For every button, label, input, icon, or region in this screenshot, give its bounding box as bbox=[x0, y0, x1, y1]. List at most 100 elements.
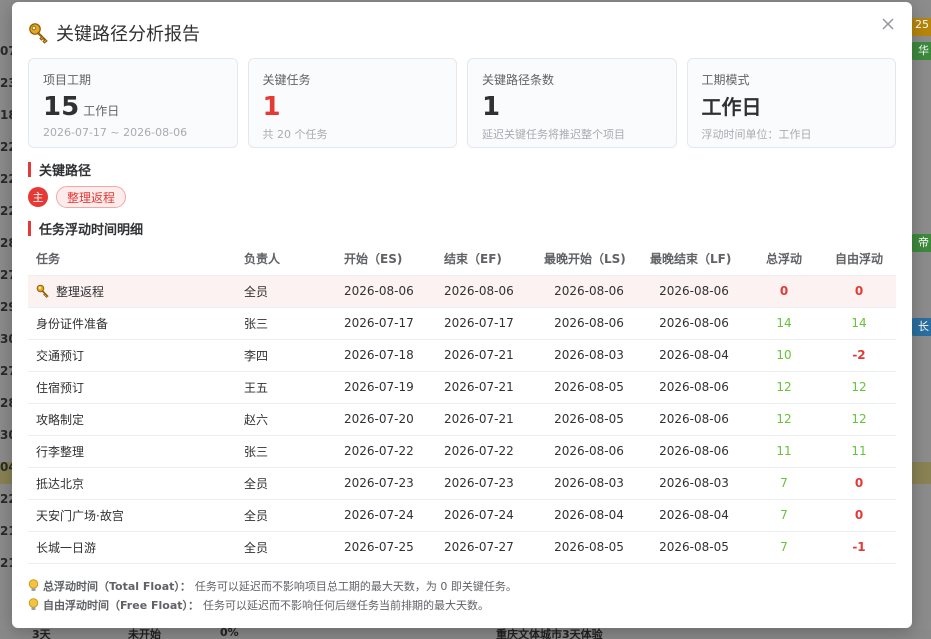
summary-cards: 项目工期 15 工作日 2026-07-17 ~ 2026-08-06 关键任务… bbox=[28, 58, 896, 148]
note-total-float: 总浮动时间（Total Float）： 任务可以延迟而不影响项目总工期的最大天数… bbox=[28, 576, 517, 595]
cell-lf: 2026-08-06 bbox=[642, 307, 746, 340]
card-duration-mode: 工期模式 工作日 浮动时间单位：工作日 bbox=[686, 58, 896, 148]
cell-task: 住宿预订 bbox=[28, 371, 236, 404]
cell-lf: 2026-08-05 bbox=[642, 531, 746, 564]
cell-task: 行李整理 bbox=[28, 435, 236, 468]
cell-free-float: 11 bbox=[822, 435, 896, 468]
table-body: 整理返程 全员 2026-08-06 2026-08-06 2026-08-06 2026… bbox=[28, 275, 896, 564]
card-subtext: 延迟关键任务将推迟整个项目 bbox=[482, 128, 625, 141]
card-project-duration: 项目工期 15 工作日 2026-07-17 ~ 2026-08-06 bbox=[28, 58, 238, 148]
cell-total-float: 7 bbox=[746, 531, 822, 564]
task-name: 整理返程 bbox=[56, 284, 105, 299]
header-ef: 结束（EF) bbox=[436, 243, 536, 276]
cell-lf: 2026-08-06 bbox=[642, 403, 746, 436]
task-name: 天安门广场·故宫 bbox=[36, 508, 124, 523]
card-label: 项目工期 bbox=[43, 73, 92, 87]
note-free-float: 自由浮动时间（Free Float）： 任务可以延迟而不影响任何后继任务当前排期… bbox=[28, 595, 517, 614]
close-icon[interactable] bbox=[880, 16, 896, 32]
cell-owner: 李四 bbox=[236, 339, 336, 372]
task-name: 攻略制定 bbox=[36, 412, 85, 427]
key-icon bbox=[36, 284, 50, 298]
cell-free-float: 12 bbox=[822, 371, 896, 404]
task-name: 身份证件准备 bbox=[36, 316, 109, 331]
task-name: 抵达北京 bbox=[36, 476, 85, 491]
cell-ls: 2026-08-04 bbox=[536, 499, 642, 532]
float-detail-table: 任务 负责人 开始（ES) 结束（EF) 最晚开始（LS) 最晚结束（LF) 总… bbox=[28, 243, 896, 564]
cell-task: 身份证件准备 bbox=[28, 307, 236, 340]
cell-total-float: 12 bbox=[746, 371, 822, 404]
header-es: 开始（ES) bbox=[336, 243, 436, 276]
cell-lf: 2026-08-06 bbox=[642, 275, 746, 308]
cell-task: 交通预订 bbox=[28, 339, 236, 372]
header-ls: 最晚开始（LS) bbox=[536, 243, 642, 276]
close-button[interactable] bbox=[880, 16, 896, 32]
table-row[interactable]: 交通预订 李四 2026-07-18 2026-07-21 2026-08-03 2026… bbox=[28, 339, 896, 372]
cell-owner: 赵六 bbox=[236, 403, 336, 436]
note-term: 自由浮动时间（Free Float）： bbox=[43, 598, 200, 612]
cell-es: 2026-07-25 bbox=[336, 531, 436, 564]
lightbulb-icon bbox=[28, 579, 39, 592]
cell-lf: 2026-08-06 bbox=[642, 435, 746, 468]
cell-free-float: 12 bbox=[822, 403, 896, 436]
cell-owner: 全员 bbox=[236, 531, 336, 564]
cell-lf: 2026-08-03 bbox=[642, 467, 746, 500]
header-task: 任务 bbox=[28, 243, 236, 276]
critical-path-section-header: 关键路径 bbox=[28, 161, 92, 179]
background-gantt-tag: 华 bbox=[911, 42, 931, 60]
section-accent-bar bbox=[28, 220, 31, 236]
note-term: 总浮动时间（Total Float）： bbox=[43, 579, 191, 593]
cell-es: 2026-07-24 bbox=[336, 499, 436, 532]
critical-path-task-chip[interactable]: 整理返程 bbox=[56, 186, 127, 208]
main-path-badge: 主 bbox=[28, 187, 48, 207]
table-row[interactable]: 天安门广场·故宫 全员 2026-07-24 2026-07-24 2026-08-04… bbox=[28, 499, 896, 532]
cell-owner: 全员 bbox=[236, 467, 336, 500]
table-row[interactable]: 攻略制定 赵六 2026-07-20 2026-07-21 2026-08-05 2026… bbox=[28, 403, 896, 436]
cell-free-float: -2 bbox=[822, 339, 896, 372]
cell-owner: 张三 bbox=[236, 435, 336, 468]
table-row[interactable]: 住宿预订 王五 2026-07-19 2026-07-21 2026-08-05 2026… bbox=[28, 371, 896, 404]
section-title: 关键路径 bbox=[39, 163, 92, 179]
card-label: 关键任务 bbox=[262, 73, 311, 87]
table-row[interactable]: 身份证件准备 张三 2026-07-17 2026-07-17 2026-08-06 20… bbox=[28, 307, 896, 340]
cell-total-float: 7 bbox=[746, 467, 822, 500]
table-row[interactable]: 整理返程 全员 2026-08-06 2026-08-06 2026-08-06 2026… bbox=[28, 275, 896, 308]
critical-path-list: 主 整理返程 bbox=[28, 186, 127, 208]
cell-ef: 2026-07-21 bbox=[436, 371, 536, 404]
table-row[interactable]: 长城一日游 全员 2026-07-25 2026-07-27 2026-08-05 202… bbox=[28, 531, 896, 564]
header-owner: 负责人 bbox=[236, 243, 336, 276]
cell-lf: 2026-08-04 bbox=[642, 499, 746, 532]
card-value: 工作日 bbox=[701, 95, 762, 119]
card-subtext: 2026-07-17 ~ 2026-08-06 bbox=[43, 126, 188, 139]
background-gantt-tag: 25 bbox=[911, 18, 931, 36]
cell-ef: 2026-07-23 bbox=[436, 467, 536, 500]
table-row[interactable]: 抵达北京 全员 2026-07-23 2026-07-23 2026-08-03 2026… bbox=[28, 467, 896, 500]
note-text: 任务可以延迟而不影响任何后继任务当前排期的最大天数。 bbox=[203, 598, 490, 612]
cell-free-float: 0 bbox=[822, 275, 896, 308]
cell-ef: 2026-07-22 bbox=[436, 435, 536, 468]
cell-total-float: 11 bbox=[746, 435, 822, 468]
header-free-float: 自由浮动 bbox=[822, 243, 896, 276]
critical-path-report-dialog: 关键路径分析报告 项目工期 15 工作日 2026-07-17 ~ 2026-0… bbox=[12, 2, 912, 628]
cell-owner: 全员 bbox=[236, 499, 336, 532]
table-row[interactable]: 行李整理 张三 2026-07-22 2026-07-22 2026-08-06 2026… bbox=[28, 435, 896, 468]
cell-free-float: -1 bbox=[822, 531, 896, 564]
float-notes: 总浮动时间（Total Float）： 任务可以延迟而不影响项目总工期的最大天数… bbox=[28, 576, 517, 614]
card-value: 1 bbox=[262, 92, 281, 122]
cell-lf: 2026-08-04 bbox=[642, 339, 746, 372]
cell-es: 2026-07-23 bbox=[336, 467, 436, 500]
card-unit: 工作日 bbox=[83, 104, 120, 118]
cell-free-float: 0 bbox=[822, 467, 896, 500]
cell-free-float: 14 bbox=[822, 307, 896, 340]
cell-ef: 2026-07-17 bbox=[436, 307, 536, 340]
section-title: 任务浮动时间明细 bbox=[39, 222, 144, 238]
cell-ls: 2026-08-06 bbox=[536, 275, 642, 308]
background-gantt-tag: 帝 bbox=[911, 234, 931, 252]
key-icon bbox=[28, 22, 50, 44]
card-subtext: 共 20 个任务 bbox=[262, 128, 328, 141]
card-value: 1 bbox=[482, 92, 501, 122]
cell-task: 攻略制定 bbox=[28, 403, 236, 436]
cell-lf: 2026-08-06 bbox=[642, 371, 746, 404]
cell-ls: 2026-08-03 bbox=[536, 467, 642, 500]
cell-total-float: 7 bbox=[746, 499, 822, 532]
card-value: 15 bbox=[43, 92, 80, 122]
